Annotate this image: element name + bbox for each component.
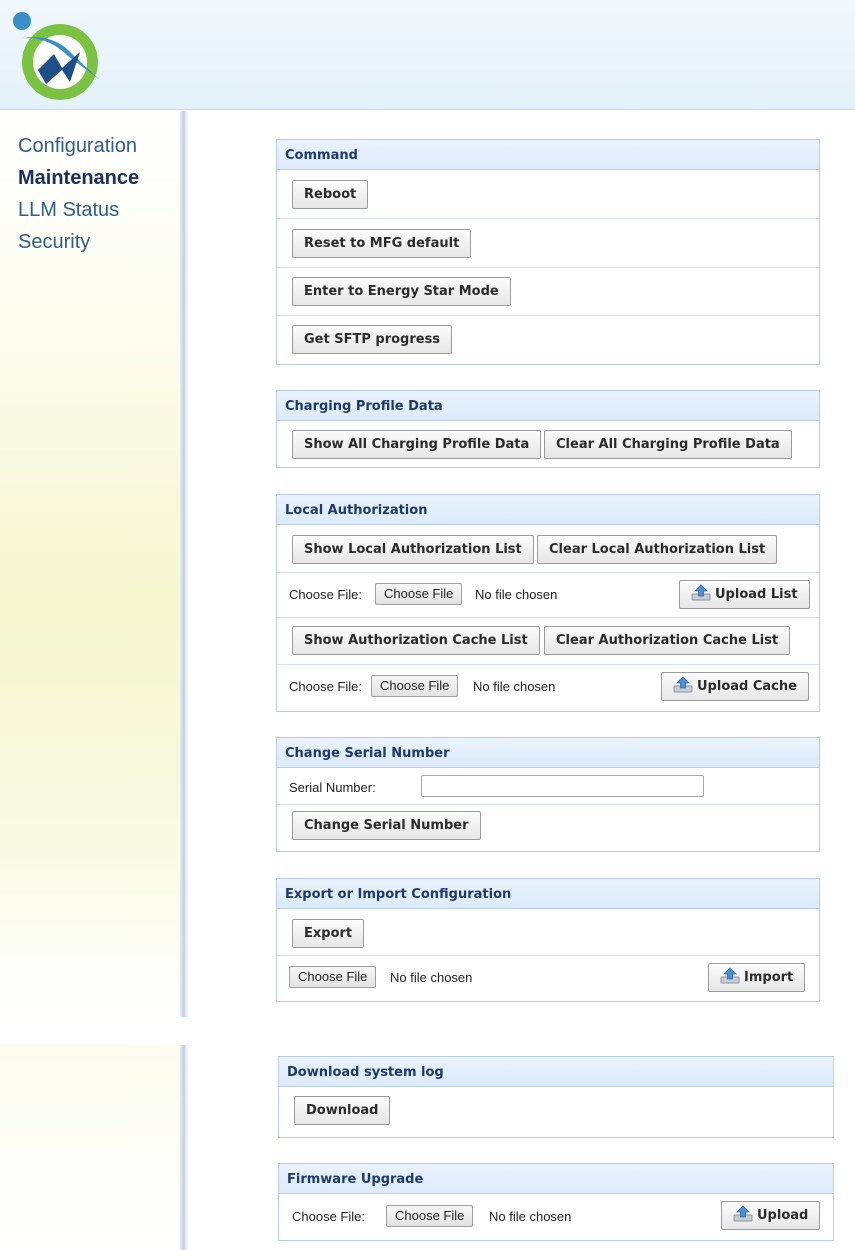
- no-file-chosen-text: No file chosen: [489, 1209, 572, 1224]
- change-serial-number-panel-title: Change Serial Number: [277, 738, 819, 768]
- import-button[interactable]: Import: [708, 963, 806, 992]
- command-row: Reset to MFG default: [277, 219, 819, 268]
- change-serial-number-panel: Change Serial Number Serial Number: Chan…: [276, 737, 820, 852]
- clear-authorization-cache-list-button[interactable]: Clear Authorization Cache List: [544, 626, 791, 655]
- serial-row: Serial Number:: [277, 768, 819, 805]
- serial-number-label: Serial Number:: [289, 780, 376, 795]
- command-row: Reboot: [277, 170, 819, 219]
- upload-cache-button[interactable]: Upload Cache: [661, 672, 809, 701]
- sidebar-divider: [180, 111, 190, 1017]
- firmware-row: Choose File: Choose File No file chosen …: [279, 1194, 833, 1240]
- energy-star-mode-button[interactable]: Enter to Energy Star Mode: [292, 277, 511, 306]
- no-file-chosen-text: No file chosen: [475, 587, 558, 602]
- charging-profile-panel: Charging Profile Data Show All Charging …: [276, 390, 820, 468]
- download-system-log-panel: Download system log Download: [278, 1056, 834, 1138]
- sftp-progress-button[interactable]: Get SFTP progress: [292, 325, 453, 354]
- nav-item-configuration[interactable]: Configuration: [18, 130, 139, 162]
- syslog-row: Download: [279, 1087, 833, 1137]
- export-button[interactable]: Export: [292, 919, 365, 948]
- page-header: [0, 0, 855, 110]
- upload-list-label: Upload List: [715, 587, 798, 602]
- upload-icon: [720, 967, 740, 984]
- clear-local-authorization-list-button[interactable]: Clear Local Authorization List: [537, 535, 778, 564]
- local-auth-row: Show Authorization Cache List Clear Auth…: [277, 618, 819, 665]
- firmware-upgrade-panel-title: Firmware Upgrade: [279, 1164, 833, 1194]
- choose-file-label: Choose File:: [289, 587, 362, 602]
- local-authorization-panel-title: Local Authorization: [277, 495, 819, 525]
- reboot-button[interactable]: Reboot: [292, 180, 369, 209]
- serial-row: Change Serial Number: [277, 805, 819, 851]
- firmware-upgrade-panel: Firmware Upgrade Choose File: Choose Fil…: [278, 1163, 834, 1241]
- sidebar-continued: [0, 1045, 180, 1250]
- export-import-panel-title: Export or Import Configuration: [277, 879, 819, 909]
- clear-all-charging-profile-button[interactable]: Clear All Charging Profile Data: [544, 430, 792, 459]
- firmware-upload-button[interactable]: Upload: [721, 1201, 821, 1230]
- serial-number-input[interactable]: [421, 775, 704, 797]
- export-row: Export: [277, 909, 819, 956]
- app-logo-icon: [13, 12, 100, 100]
- local-authorization-panel: Local Authorization Show Local Authoriza…: [276, 494, 820, 712]
- choose-file-button[interactable]: Choose File: [375, 583, 463, 605]
- upload-icon: [691, 584, 711, 601]
- no-file-chosen-text: No file chosen: [473, 679, 556, 694]
- upload-icon: [733, 1205, 753, 1222]
- charging-profile-row: Show All Charging Profile Data Clear All…: [277, 421, 819, 467]
- show-all-charging-profile-button[interactable]: Show All Charging Profile Data: [292, 430, 542, 459]
- show-local-authorization-list-button[interactable]: Show Local Authorization List: [292, 535, 534, 564]
- import-row: Choose File No file chosen Import: [277, 956, 819, 1001]
- sidebar-nav: Configuration Maintenance LLM Status Sec…: [18, 130, 139, 258]
- choose-file-button[interactable]: Choose File: [371, 675, 459, 697]
- reset-mfg-default-button[interactable]: Reset to MFG default: [292, 229, 472, 258]
- upload-list-button[interactable]: Upload List: [679, 580, 810, 609]
- command-panel: Command Reboot Reset to MFG default Ente…: [276, 139, 820, 365]
- command-panel-title: Command: [277, 140, 819, 170]
- choose-file-button[interactable]: Choose File: [289, 966, 377, 988]
- download-system-log-panel-title: Download system log: [279, 1057, 833, 1087]
- upload-icon: [673, 676, 693, 693]
- sidebar-divider-continued: [180, 1045, 190, 1250]
- export-import-panel: Export or Import Configuration Export Ch…: [276, 878, 820, 1002]
- change-serial-number-button[interactable]: Change Serial Number: [292, 811, 481, 840]
- charging-profile-panel-title: Charging Profile Data: [277, 391, 819, 421]
- command-row: Enter to Energy Star Mode: [277, 268, 819, 316]
- firmware-upload-label: Upload: [757, 1208, 809, 1223]
- no-file-chosen-text: No file chosen: [390, 970, 473, 985]
- local-auth-row: Choose File: Choose File No file chosen …: [277, 573, 819, 618]
- import-label: Import: [744, 970, 794, 985]
- choose-file-label: Choose File:: [292, 1209, 365, 1224]
- download-log-button[interactable]: Download: [294, 1096, 391, 1125]
- nav-item-security[interactable]: Security: [18, 226, 139, 258]
- nav-item-llm-status[interactable]: LLM Status: [18, 194, 139, 226]
- upload-cache-label: Upload Cache: [697, 679, 797, 694]
- show-authorization-cache-list-button[interactable]: Show Authorization Cache List: [292, 626, 540, 655]
- local-auth-row: Show Local Authorization List Clear Loca…: [277, 525, 819, 573]
- nav-item-maintenance[interactable]: Maintenance: [18, 162, 139, 194]
- local-auth-row: Choose File: Choose File No file chosen …: [277, 665, 819, 710]
- command-row: Get SFTP progress: [277, 316, 819, 364]
- choose-file-button[interactable]: Choose File: [386, 1205, 474, 1227]
- choose-file-label: Choose File:: [289, 679, 362, 694]
